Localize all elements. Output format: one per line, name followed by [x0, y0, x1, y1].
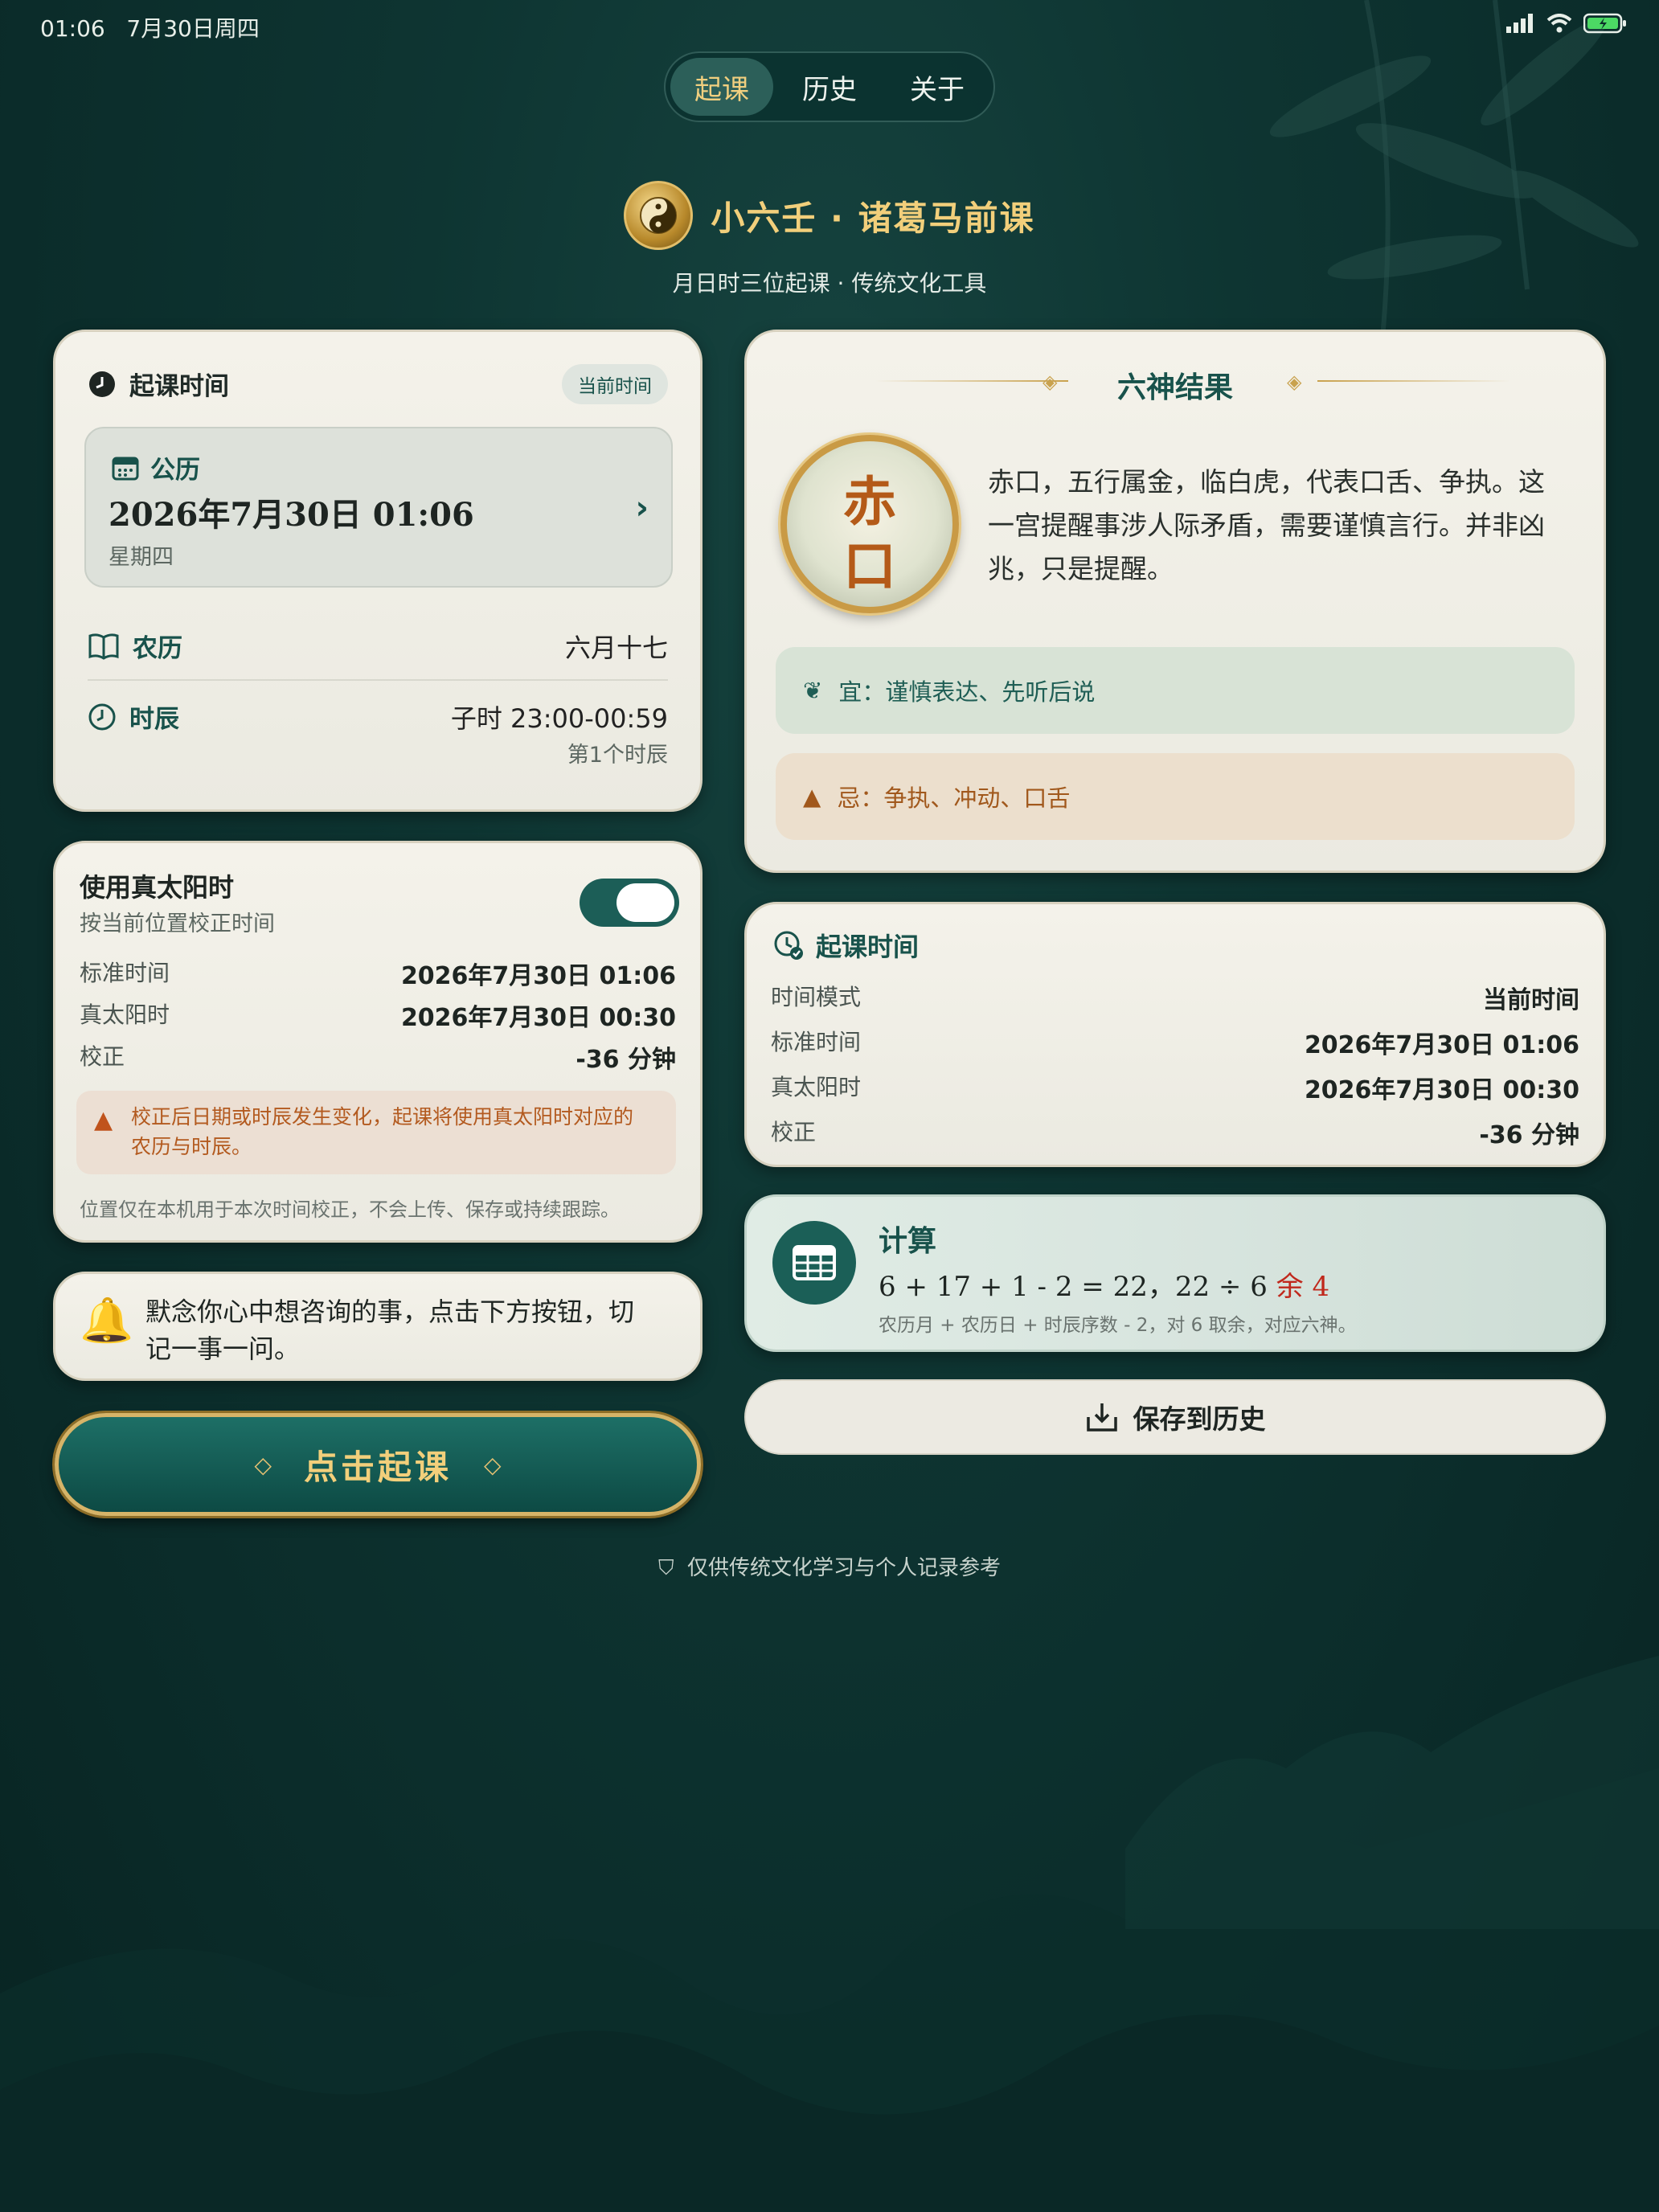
solar-weekday: 星期四 — [109, 545, 174, 570]
lunar-value: 六月十七 — [564, 633, 668, 663]
save-history-button[interactable]: 保存到历史 — [744, 1379, 1606, 1455]
correction-label: 校正 — [771, 1119, 817, 1145]
true-solar-time-card: 使用真太阳时 按当前位置校正时间 标准时间 2026年7月30日 01:06 真… — [53, 841, 703, 1243]
suitable-text: 宜：谨慎表达、先听后说 — [838, 678, 1096, 706]
warning-icon: ▲ — [94, 1106, 113, 1134]
signal-icon — [1506, 14, 1533, 33]
solar-label: 公历 — [112, 449, 200, 485]
avoid-text: 忌：争执、冲动、口舌 — [837, 784, 1071, 812]
book-icon — [88, 633, 119, 660]
title-ornament-right — [1317, 380, 1510, 382]
correction-value: -36 分钟 — [576, 1046, 676, 1074]
status-icons — [1506, 13, 1627, 34]
time-mode-value: 当前时间 — [1483, 986, 1579, 1014]
solar-date: 2026年7月30日 01:06 — [109, 496, 474, 534]
avoid-box: ▲ 忌：争执、冲动、口舌 — [776, 753, 1575, 840]
disclaimer: ⛉ 仅供传统文化学习与个人记录参考 — [0, 1551, 1659, 1581]
true-solar-time-value: 2026年7月30日 00:30 — [400, 1004, 676, 1032]
ornament-diamond-icon: ◈ — [1287, 371, 1302, 393]
time-mode-label: 时间模式 — [771, 984, 862, 1010]
time-mode-pill[interactable]: 当前时间 — [562, 364, 668, 404]
status-bar: 01:06 7月30日周四 — [0, 0, 1659, 51]
chevron-right-icon: › — [635, 490, 649, 526]
result-time-title: 起课时间 — [772, 927, 919, 964]
status-time: 01:06 7月30日周四 — [40, 11, 260, 43]
solar-label-text: 公历 — [150, 456, 200, 485]
clock-text: 01:06 — [40, 15, 105, 42]
app-header: 小六壬 · 诸葛马前课 月日时三位起课 · 传统文化工具 — [0, 181, 1659, 298]
true-solar-time-value: 2026年7月30日 00:30 — [1304, 1076, 1579, 1104]
save-button-label: 保存到历史 — [1133, 1403, 1266, 1435]
calendar-icon — [112, 457, 139, 480]
calc-note: 农历月 + 农历日 + 时辰序数 - 2，对 6 取余，对应六神。 — [879, 1315, 1357, 1336]
main-tabs: 起课 历史 关于 — [664, 51, 995, 122]
result-title: 六神结果 — [1116, 371, 1233, 404]
true-solar-toggle[interactable] — [580, 879, 679, 927]
warning-text: 校正后日期或时辰发生变化，起课将使用真太阳时对应的农历与时辰。 — [131, 1105, 634, 1158]
date-text: 7月30日周四 — [126, 15, 260, 42]
shichen-label: 时辰 — [88, 698, 179, 735]
disclaimer-text: 仅供传统文化学习与个人记录参考 — [687, 1556, 1002, 1580]
tab-about[interactable]: 关于 — [886, 58, 989, 116]
shichen-value: 子时 23:00-00:59 — [450, 703, 668, 734]
result-time-card: 起课时间 时间模式 当前时间 标准时间 2026年7月30日 01:06 真太阳… — [744, 902, 1606, 1167]
diamond-left-icon: ◇ — [254, 1451, 272, 1478]
suitable-box: ❦ 宜：谨慎表达、先听后说 — [776, 647, 1575, 734]
result-medallion: 赤 口 — [780, 435, 959, 613]
clock-icon — [89, 371, 115, 397]
app-subtitle: 月日时三位起课 · 传统文化工具 — [672, 270, 987, 297]
calc-title: 计算 — [879, 1225, 937, 1258]
result-card: ◈ 六神结果 ◈ 赤 口 赤口，五行属金，临白虎，代表口舌、争执。这一宫提醒事涉… — [744, 330, 1606, 873]
calc-expression-text: 6 + 17 + 1 - 2 = 22，22 ÷ 6 — [879, 1271, 1276, 1303]
app-title: 小六壬 · 诸葛马前课 — [711, 198, 1035, 238]
standard-time-label: 标准时间 — [80, 960, 170, 986]
tab-qike[interactable]: 起课 — [670, 58, 773, 116]
tab-history[interactable]: 历史 — [778, 58, 881, 116]
warning-icon: ▲ — [803, 783, 821, 810]
divider — [88, 679, 668, 681]
true-solar-time-label: 真太阳时 — [80, 1002, 170, 1028]
privacy-note: 位置仅在本机用于本次时间校正，不会上传、保存或持续跟踪。 — [80, 1198, 620, 1221]
shield-icon: ⛉ — [657, 1556, 674, 1580]
table-icon — [772, 1221, 856, 1305]
calc-expression: 6 + 17 + 1 - 2 = 22，22 ÷ 6 余 4 — [879, 1264, 1329, 1304]
true-solar-time-label: 真太阳时 — [771, 1074, 862, 1100]
qike-time-card: 起课时间 当前时间 公历 2026年7月30日 01:06 星期四 › 农历 六… — [53, 330, 703, 812]
correction-label: 校正 — [80, 1043, 125, 1070]
diamond-right-icon: ◇ — [484, 1451, 502, 1478]
start-qike-button[interactable]: ◇ 点击起课 ◇ — [55, 1413, 701, 1516]
correction-warning: ▲ 校正后日期或时辰发生变化，起课将使用真太阳时对应的农历与时辰。 — [76, 1091, 676, 1174]
time-card-title: 起课时间 — [88, 366, 229, 402]
correction-value: -36 分钟 — [1479, 1121, 1579, 1149]
shichen-index: 第1个时辰 — [567, 743, 668, 768]
calculation-card: 计算 6 + 17 + 1 - 2 = 22，22 ÷ 6 余 4 农历月 + … — [744, 1194, 1606, 1352]
battery-icon — [1583, 13, 1626, 34]
wifi-icon — [1546, 14, 1572, 33]
shichen-label-text: 时辰 — [129, 705, 179, 734]
lunar-label-text: 农历 — [133, 634, 182, 663]
clock-check-icon — [774, 931, 803, 960]
standard-time-label: 标准时间 — [771, 1029, 862, 1055]
result-char-2: 口 — [843, 535, 896, 597]
standard-time-value: 2026年7月30日 01:06 — [400, 962, 676, 990]
download-tray-icon — [1086, 1403, 1117, 1432]
result-time-title-text: 起课时间 — [816, 932, 920, 962]
taiji-logo-icon — [624, 181, 694, 250]
solar-date-picker[interactable]: 公历 2026年7月30日 01:06 星期四 › — [84, 427, 673, 588]
result-description: 赤口，五行属金，临白虎，代表口舌、争执。这一宫提醒事涉人际矛盾，需要谨慎言行。并… — [988, 466, 1545, 584]
time-card-title-text: 起课时间 — [129, 372, 229, 401]
hint-text: 默念你心中想咨询的事，点击下方按钮，切记一事一问。 — [145, 1296, 635, 1364]
clock-outline-icon — [88, 703, 116, 730]
standard-time-value: 2026年7月30日 01:06 — [1304, 1031, 1579, 1059]
true-solar-subtitle: 按当前位置校正时间 — [80, 911, 275, 936]
calc-remainder: 余 4 — [1276, 1271, 1330, 1303]
lunar-label: 农历 — [88, 628, 182, 664]
true-solar-title: 使用真太阳时 — [80, 872, 235, 903]
start-button-label: 点击起课 — [303, 1447, 452, 1487]
bell-icon: 🔔 — [80, 1295, 134, 1346]
leaf-icon: ❦ — [803, 677, 823, 704]
hint-card: 🔔 默念你心中想咨询的事，点击下方按钮，切记一事一问。 — [53, 1272, 703, 1381]
